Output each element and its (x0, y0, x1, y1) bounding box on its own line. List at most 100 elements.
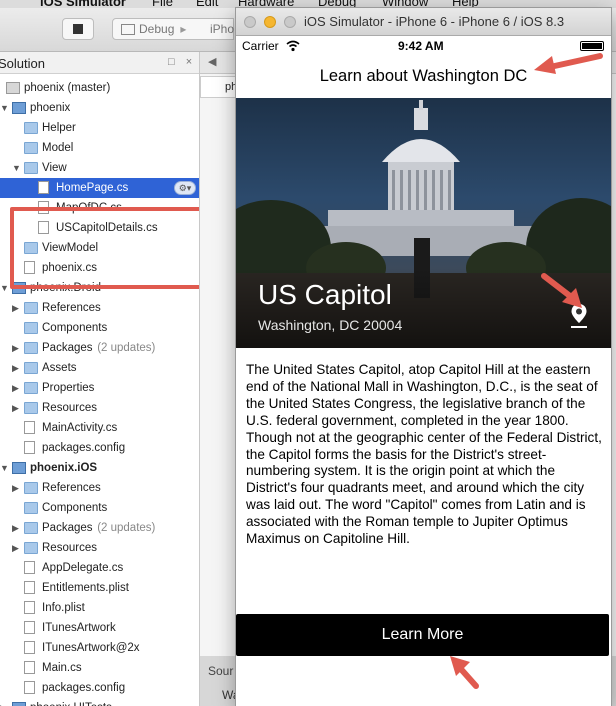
tree-item-label: MainActivity.cs (42, 422, 118, 434)
menu-hardware[interactable]: Hardware (238, 0, 294, 8)
file-icon (24, 441, 35, 454)
tree-item[interactable]: ITunesArtwork (0, 618, 199, 638)
expand-down-icon[interactable]: ▼ (0, 98, 9, 118)
menu-help[interactable]: Help (452, 0, 479, 8)
tree-item[interactable]: ▶ Packages (2 updates) (0, 518, 199, 538)
folder-icon (24, 502, 38, 514)
minimize-window-button[interactable] (264, 16, 276, 28)
menu-window[interactable]: Window (382, 0, 428, 8)
expand-right-icon[interactable]: ▶ (12, 478, 19, 498)
tree-item-note: (2 updates) (97, 342, 156, 354)
menu-edit[interactable]: Edit (196, 0, 218, 8)
folder-icon (24, 382, 38, 394)
simulator-titlebar: iOS Simulator - iPhone 6 - iPhone 6 / iO… (236, 8, 611, 36)
tree-item[interactable]: MainActivity.cs (0, 418, 199, 438)
callout-arrow-button (450, 656, 479, 689)
expand-right-icon[interactable]: ▶ (12, 538, 19, 558)
expand-down-icon[interactable]: ▼ (0, 278, 9, 298)
tree-item[interactable]: ▶ Resources (0, 538, 199, 558)
file-icon (24, 561, 35, 574)
tree-item[interactable]: ITunesArtwork@2x (0, 638, 199, 658)
tree-item[interactable]: packages.config (0, 678, 199, 698)
tree-item-label: Packages (42, 522, 93, 534)
tree-item[interactable]: ▶ Properties (0, 378, 199, 398)
document-tab[interactable]: ph (200, 76, 240, 98)
learn-more-button[interactable]: Learn More (236, 614, 609, 656)
tree-item[interactable]: Main.cs (0, 658, 199, 678)
expand-down-icon[interactable]: ▼ (12, 158, 21, 178)
tree-item[interactable]: AppDelegate.cs (0, 558, 199, 578)
tree-item-label: AppDelegate.cs (42, 562, 124, 574)
tree-item-label: phoenix.iOS (30, 462, 98, 474)
menu-file[interactable]: File (152, 0, 173, 8)
menu-debug[interactable]: Debug (318, 0, 356, 8)
tree-item[interactable]: ▶ References (0, 298, 199, 318)
tree-item-label: Info.plist (42, 602, 85, 614)
tree-item[interactable]: phoenix (master) (0, 78, 199, 98)
file-icon (24, 681, 35, 694)
tree-item[interactable]: ▼ phoenix.iOS (0, 458, 199, 478)
project-icon (12, 462, 26, 474)
project-icon (12, 102, 26, 114)
tree-item-label: Packages (42, 342, 93, 354)
gear-icon[interactable]: ⚙▾ (174, 181, 196, 195)
tree-item[interactable]: ▶ References (0, 478, 199, 498)
zoom-window-button[interactable] (284, 16, 296, 28)
expand-right-icon[interactable]: ▶ (12, 298, 19, 318)
expand-right-icon[interactable]: ▶ (0, 698, 7, 706)
close-window-button[interactable] (244, 16, 256, 28)
expand-right-icon[interactable]: ▶ (12, 518, 19, 538)
solution-pad-controls[interactable]: □ × (168, 56, 196, 68)
folder-icon (24, 402, 38, 414)
landmark-name: US Capitol (258, 279, 392, 310)
file-icon (24, 421, 35, 434)
battery-icon (580, 41, 604, 51)
tree-item-label: References (42, 302, 101, 314)
solution-pad-title: Solution (0, 56, 45, 71)
clock-label: 9:42 AM (398, 39, 444, 53)
source-tab[interactable]: Sour (208, 664, 233, 678)
tree-item[interactable]: Info.plist (0, 598, 199, 618)
tree-item-label: Entitlements.plist (42, 582, 129, 594)
expand-right-icon[interactable]: ▶ (12, 398, 19, 418)
callout-arrow-pin (541, 273, 582, 308)
expand-down-icon[interactable]: ▼ (0, 458, 9, 478)
tree-item[interactable]: ▶ Packages (2 updates) (0, 338, 199, 358)
tree-item[interactable]: ▼ phoenix (0, 98, 199, 118)
tree-item[interactable]: HomePage.cs ⚙▾ (0, 178, 199, 198)
tree-item[interactable]: Model (0, 138, 199, 158)
file-icon (24, 661, 35, 674)
solution-pad-header: Solution □ × (0, 52, 199, 74)
tree-item[interactable]: ▶ Assets (0, 358, 199, 378)
expand-right-icon[interactable]: ▶ (12, 338, 19, 358)
tree-item[interactable]: ▶ Resources (0, 398, 199, 418)
expand-right-icon[interactable]: ▶ (12, 378, 19, 398)
file-icon (24, 641, 35, 654)
stop-icon (73, 24, 83, 34)
back-arrow-icon[interactable]: ◀ (208, 55, 216, 68)
tree-item-label: Main.cs (42, 662, 82, 674)
expand-right-icon[interactable]: ▶ (12, 358, 19, 378)
tree-item-label: ITunesArtwork@2x (42, 642, 140, 654)
tree-item-label: packages.config (42, 682, 126, 694)
stop-button[interactable] (62, 18, 94, 40)
tree-item[interactable]: ▼ View (0, 158, 199, 178)
tree-item[interactable]: Entitlements.plist (0, 578, 199, 598)
build-config-label: Debug (139, 22, 175, 36)
tree-item[interactable]: packages.config (0, 438, 199, 458)
folder-icon (24, 542, 38, 554)
tree-item-label: References (42, 482, 101, 494)
tree-item[interactable]: Components (0, 498, 199, 518)
folder-icon (24, 482, 38, 494)
tree-item[interactable]: Components (0, 318, 199, 338)
device-selector[interactable]: iPho (194, 18, 234, 40)
tree-item[interactable]: Helper (0, 118, 199, 138)
tree-item-label: phoenix (30, 102, 71, 114)
solution-pad: Solution □ × phoenix (master) ▼ phoenix Hel… (0, 52, 200, 706)
tree-item[interactable]: ▶ phoenix.UITests (0, 698, 199, 706)
tree-item-label: View (42, 162, 67, 174)
file-icon (24, 601, 35, 614)
project-icon (12, 702, 26, 706)
menu-app-name[interactable]: iOS Simulator (40, 0, 126, 8)
folder-icon (24, 322, 38, 334)
